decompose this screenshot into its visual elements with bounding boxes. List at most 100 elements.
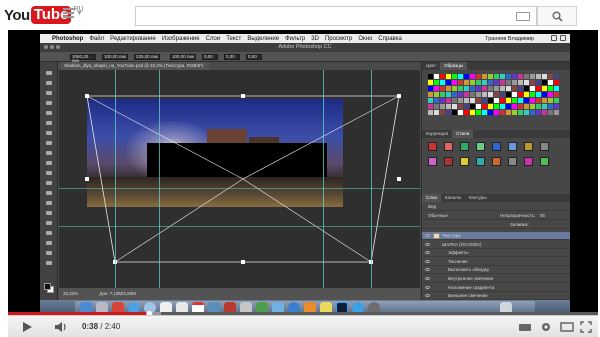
swatch[interactable] <box>470 98 475 103</box>
eye-icon[interactable] <box>425 285 430 289</box>
swatch[interactable] <box>488 74 493 79</box>
style-swatch[interactable] <box>460 142 469 151</box>
swatch[interactable] <box>488 104 493 109</box>
swatch[interactable] <box>458 104 463 109</box>
swatch[interactable] <box>512 104 517 109</box>
swatch[interactable] <box>458 74 463 79</box>
swatch[interactable] <box>494 80 499 85</box>
swatch[interactable] <box>524 98 529 103</box>
swatch[interactable] <box>518 74 523 79</box>
eye-icon[interactable] <box>425 259 430 263</box>
swatch[interactable] <box>494 92 499 97</box>
swatch[interactable] <box>536 104 541 109</box>
layer-row[interactable]: Наложение градиента <box>422 284 570 292</box>
swatch[interactable] <box>518 80 523 85</box>
style-swatch[interactable] <box>476 142 485 151</box>
style-swatch[interactable] <box>508 142 517 151</box>
style-swatch[interactable] <box>444 142 453 151</box>
swatch[interactable] <box>476 86 481 91</box>
layer-row[interactable]: Текстура <box>422 232 570 240</box>
swatch[interactable] <box>542 80 547 85</box>
eye-icon[interactable] <box>425 251 430 255</box>
swatch[interactable] <box>530 74 535 79</box>
swatch[interactable] <box>434 104 439 109</box>
swatch[interactable] <box>464 104 469 109</box>
swatch[interactable] <box>548 92 553 97</box>
layer-row[interactable]: Внешнее свечение <box>422 292 570 300</box>
swatch[interactable] <box>464 80 469 85</box>
swatch[interactable] <box>512 92 517 97</box>
swatch[interactable] <box>476 98 481 103</box>
swatch[interactable] <box>476 110 481 115</box>
swatch[interactable] <box>428 86 433 91</box>
swatch[interactable] <box>482 98 487 103</box>
swatch[interactable] <box>440 98 445 103</box>
swatch[interactable] <box>548 110 553 115</box>
swatch[interactable] <box>548 80 553 85</box>
swatch[interactable] <box>506 92 511 97</box>
swatch[interactable] <box>518 110 523 115</box>
swatch[interactable] <box>512 98 517 103</box>
swatch[interactable] <box>536 98 541 103</box>
swatch[interactable] <box>512 110 517 115</box>
swatch[interactable] <box>494 98 499 103</box>
swatch[interactable] <box>476 104 481 109</box>
layer-row[interactable]: Тиснение <box>422 258 570 266</box>
eye-icon[interactable] <box>425 294 430 298</box>
swatch[interactable] <box>524 110 529 115</box>
swatch[interactable] <box>536 110 541 115</box>
swatch[interactable] <box>452 86 457 91</box>
settings-gear-icon[interactable] <box>540 321 552 333</box>
swatch[interactable] <box>548 86 553 91</box>
swatch[interactable] <box>482 86 487 91</box>
swatch[interactable] <box>524 86 529 91</box>
swatch[interactable] <box>518 104 523 109</box>
swatch[interactable] <box>476 80 481 85</box>
swatch[interactable] <box>542 74 547 79</box>
swatch[interactable] <box>452 98 457 103</box>
swatch[interactable] <box>500 74 505 79</box>
style-swatch[interactable] <box>508 157 517 166</box>
swatch[interactable] <box>446 74 451 79</box>
swatch[interactable] <box>506 74 511 79</box>
video-player[interactable]: Photoshop Файл Редактирование Изображени… <box>8 30 598 337</box>
swatch[interactable] <box>440 86 445 91</box>
swatch[interactable] <box>536 92 541 97</box>
keyboard-icon[interactable] <box>516 12 530 21</box>
swatch[interactable] <box>470 86 475 91</box>
swatch[interactable] <box>518 92 523 97</box>
swatch[interactable] <box>476 74 481 79</box>
swatch[interactable] <box>434 86 439 91</box>
play-icon[interactable] <box>23 322 32 332</box>
swatch[interactable] <box>506 80 511 85</box>
swatch[interactable] <box>530 92 535 97</box>
swatch[interactable] <box>488 80 493 85</box>
swatch[interactable] <box>440 80 445 85</box>
swatch[interactable] <box>500 104 505 109</box>
swatch[interactable] <box>428 74 433 79</box>
eye-icon[interactable] <box>425 234 430 237</box>
swatch[interactable] <box>530 80 535 85</box>
swatch[interactable] <box>542 98 547 103</box>
layer-row[interactable]: Эффекты <box>422 249 570 258</box>
swatch[interactable] <box>548 74 553 79</box>
swatch[interactable] <box>554 86 559 91</box>
swatch[interactable] <box>524 104 529 109</box>
swatch[interactable] <box>428 80 433 85</box>
style-swatch[interactable] <box>524 142 533 151</box>
swatch[interactable] <box>512 74 517 79</box>
style-swatch[interactable] <box>444 157 453 166</box>
swatch[interactable] <box>482 110 487 115</box>
swatch[interactable] <box>530 98 535 103</box>
swatch[interactable] <box>440 92 445 97</box>
volume-icon[interactable] <box>54 321 68 333</box>
swatch[interactable] <box>458 86 463 91</box>
swatch[interactable] <box>446 80 451 85</box>
swatch[interactable] <box>530 104 535 109</box>
style-swatch[interactable] <box>492 142 501 151</box>
theater-mode-icon[interactable] <box>560 321 574 333</box>
swatch[interactable] <box>494 74 499 79</box>
fullscreen-icon[interactable] <box>580 321 592 333</box>
swatch[interactable] <box>434 74 439 79</box>
swatch[interactable] <box>506 104 511 109</box>
